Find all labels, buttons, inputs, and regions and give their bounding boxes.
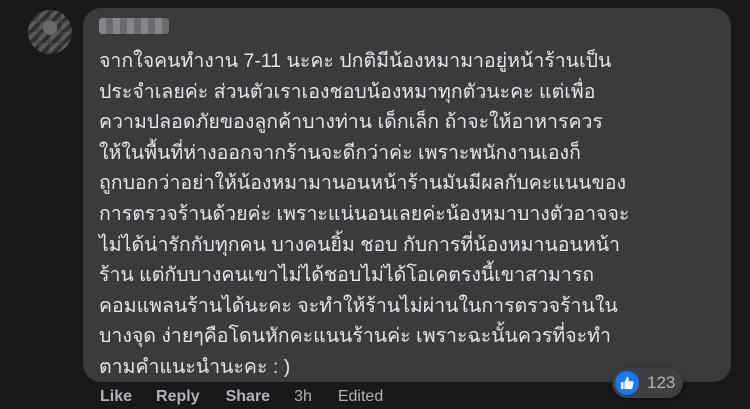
author-name-blurred[interactable] [99, 18, 169, 34]
comment-line: ประจำเลยค่ะ ส่วนตัวเราเองชอบน้องหมาทุกตั… [99, 80, 596, 103]
like-button[interactable]: Like [100, 388, 132, 406]
edited-label[interactable]: Edited [338, 388, 383, 406]
share-button[interactable]: Share [226, 388, 270, 406]
avatar[interactable] [28, 10, 72, 54]
comment-line: ถูกบอกว่าอย่าให้น้องหมามานอนหน้าร้านมันม… [99, 172, 627, 195]
comment-line: บางจุด ง่ายๆคือโดนหักคะแนนร้านค่ะ เพราะฉ… [99, 325, 611, 348]
comment-bubble: จากใจคนทำงาน 7-11 นะคะ ปกติมีน้องหมามาอย… [83, 8, 731, 382]
comment-line: ร้าน แต่กับบางคนเขาไม่ได้ชอบไม่ได้โอเคตร… [99, 264, 595, 287]
comment-line: จากใจคนทำงาน 7-11 นะคะ ปกติมีน้องหมามาอย… [99, 50, 612, 72]
comment-actions: Like Reply Share 3h Edited [100, 386, 383, 408]
comment-line: ให้ในพื้นที่ห่างออกจากร้านจะดีกว่าค่ะ เพ… [99, 141, 581, 164]
comment-line: การตรวจร้านด้วยค่ะ เพราะแน่นอนเลยค่ะน้อง… [99, 202, 630, 225]
reaction-summary[interactable]: 123 [612, 368, 684, 398]
comment-line: คอมแพลนร้านได้นะคะ จะทำให้ร้านไม่ผ่านในก… [99, 294, 618, 317]
reaction-count: 123 [647, 373, 676, 392]
comment-line: ตามคำแนะนำนะคะ : ) [99, 355, 291, 378]
comment-text: จากใจคนทำงาน 7-11 นะคะ ปกติมีน้องหมามาอย… [99, 46, 699, 383]
thumbs-up-icon [615, 371, 639, 395]
reply-button[interactable]: Reply [156, 388, 200, 406]
timestamp[interactable]: 3h [294, 388, 312, 406]
comment-line: ความปลอดภัยของลูกค้าบางท่าน เด็กเล็ก ถ้า… [99, 111, 603, 134]
comment-line: ไม่ได้น่ารักกับทุกคน บางคนยิ้ม ชอบ กับกา… [99, 233, 620, 256]
